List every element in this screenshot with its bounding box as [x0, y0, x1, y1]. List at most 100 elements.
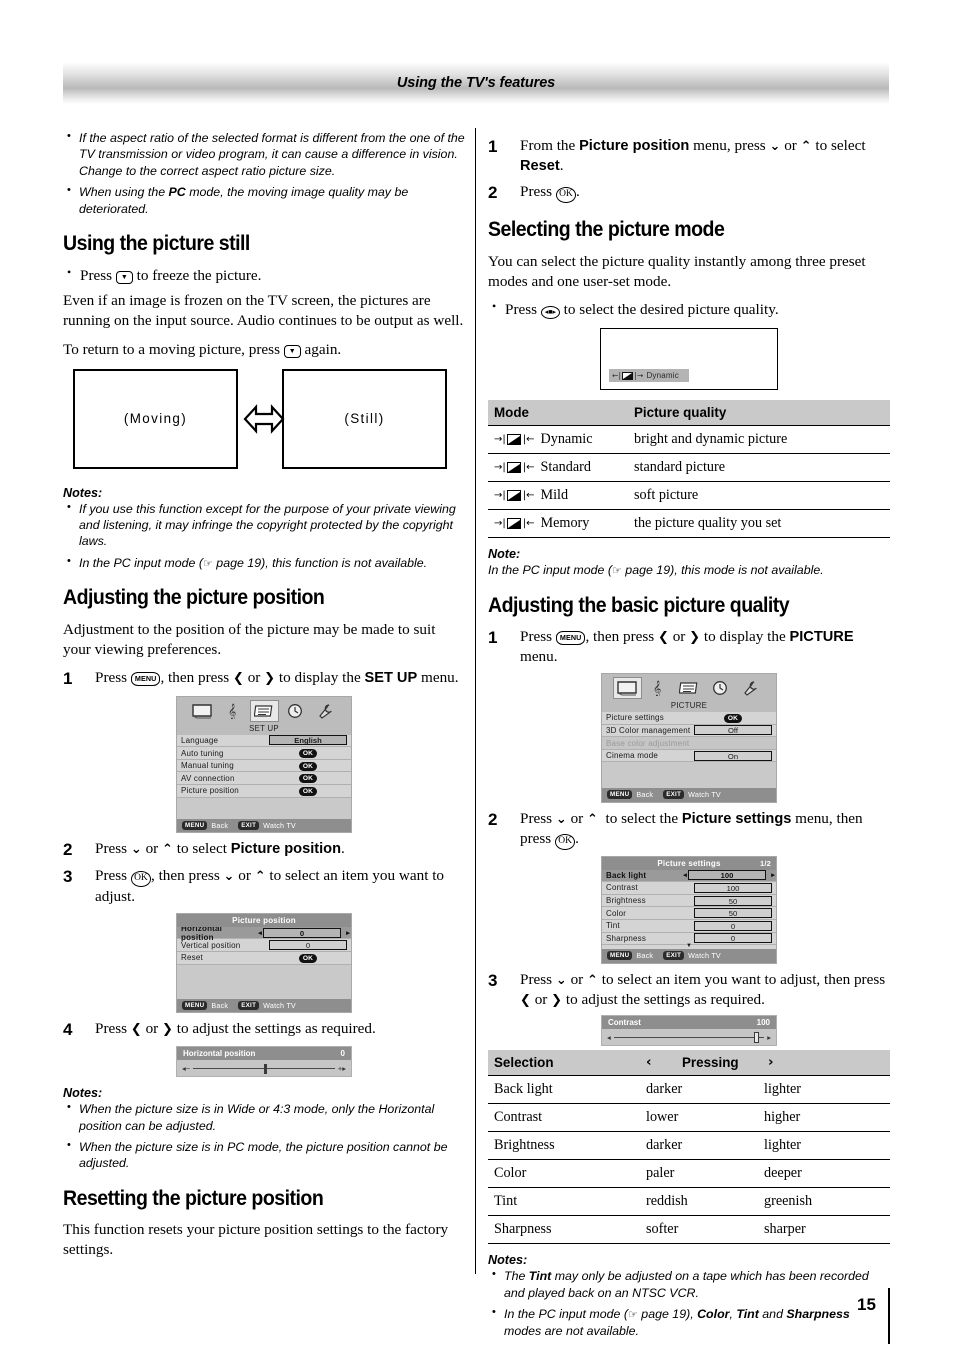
- osd-exit-label: Watch TV: [688, 790, 721, 800]
- osd-row-value[interactable]: 0: [263, 927, 341, 938]
- slider-line[interactable]: [613, 1031, 765, 1043]
- exit-button-icon[interactable]: EXIT: [238, 1000, 260, 1010]
- right-arrow-icon[interactable]: ▸: [345, 929, 351, 937]
- picture-settings-osd-screen: Picture settings 1/2 Back light ◂ 100 ▸ …: [601, 855, 777, 964]
- col-header-selection: Selection: [494, 1055, 554, 1071]
- picture-mode-table: Mode Picture quality →| |← Dynamic bright …: [488, 400, 890, 539]
- osd-ok-cell[interactable]: OK: [694, 713, 772, 723]
- position-step-3: 3 Press OK, then press ⌄ or ⌃ to select …: [63, 866, 465, 906]
- bullet-item: Press ◂■▸ to select the desired picture …: [488, 299, 890, 320]
- menu-button-icon[interactable]: MENU: [182, 1000, 208, 1010]
- osd-row-label: Vertical position: [181, 940, 241, 950]
- osd-row[interactable]: Brightness 50: [602, 894, 776, 908]
- notes-label: Notes:: [488, 1253, 528, 1268]
- options-tab-icon[interactable]: [312, 700, 341, 722]
- osd-row-value[interactable]: 100: [688, 870, 766, 881]
- step-text: Press ⌄ or ⌃ to select Picture position.: [95, 840, 345, 858]
- slider-plus-icon[interactable]: ▸: [767, 1033, 771, 1042]
- quality-step-2: 2 Press ⌄ or ⌃ to select the Picture set…: [488, 809, 890, 850]
- step-text: Press MENU, then press ❮ or ❯ to display…: [95, 669, 459, 687]
- osd-row-label: Auto tuning: [181, 748, 224, 758]
- osd-title: PICTURE: [670, 701, 708, 711]
- exit-button-icon[interactable]: EXIT: [238, 820, 260, 830]
- osd-row[interactable]: Reset OK: [177, 951, 351, 965]
- slider-track[interactable]: ◂ ▸: [602, 1029, 776, 1045]
- osd-row[interactable]: Tint 0: [602, 919, 776, 933]
- osd-row-value[interactable]: Off: [694, 725, 772, 736]
- quality-step-3: 3 Press ⌄ or ⌃ to select an item you wan…: [488, 970, 890, 1010]
- osd-row[interactable]: Horizontal position ◂ 0 ▸: [177, 924, 351, 942]
- osd-row-label: Reset: [181, 953, 203, 963]
- step-number: 3: [488, 970, 498, 990]
- osd-row[interactable]: Back light ◂ 100 ▸: [602, 869, 776, 883]
- osd-page-indicator: 1/2: [759, 858, 771, 868]
- osd-row-value[interactable]: 50: [694, 895, 772, 906]
- osd-row[interactable]: Picture settings OK: [602, 712, 776, 725]
- osd-row[interactable]: Color 50: [602, 907, 776, 920]
- picture-tab-icon[interactable]: [612, 677, 642, 700]
- options-tab-icon[interactable]: [737, 677, 766, 699]
- slider-minus-icon[interactable]: ◂: [607, 1033, 611, 1042]
- reset-para: This function resets your picture positi…: [63, 1221, 449, 1259]
- osd-row[interactable]: Picture position OK: [177, 784, 351, 798]
- setup-tab-icon[interactable]: [249, 699, 279, 722]
- osd-spacer: [177, 797, 351, 819]
- position-step-2: 2 Press ⌄ or ⌃ to select Picture positio…: [63, 839, 465, 860]
- osd-row-value[interactable]: 0: [694, 920, 772, 931]
- sound-tab-icon[interactable]: 𝄞: [219, 700, 248, 722]
- osd-ok-cell[interactable]: OK: [269, 761, 347, 771]
- cell-left: lower: [640, 1103, 758, 1133]
- slider-knob[interactable]: [753, 1031, 759, 1043]
- menu-button-icon[interactable]: MENU: [607, 790, 633, 800]
- osd-row[interactable]: Cinema mode On: [602, 749, 776, 763]
- slider-knob[interactable]: [264, 1063, 267, 1074]
- pointing-hand-icon: ☞: [611, 564, 622, 578]
- cell-mode: →| |← Standard: [488, 453, 628, 483]
- slider-track[interactable]: ◂− +▸: [177, 1060, 351, 1076]
- exit-button-icon[interactable]: EXIT: [663, 790, 685, 800]
- quality-notes-list: The Tint may only be adjusted on a tape …: [488, 1267, 890, 1339]
- osd-spacer: [177, 964, 351, 999]
- osd-ok-cell[interactable]: OK: [269, 773, 347, 784]
- osd-ok-cell[interactable]: OK: [269, 953, 347, 963]
- osd-row-label: 3D Color management: [606, 725, 691, 735]
- osd-row[interactable]: Auto tuning OK: [177, 747, 351, 760]
- osd-row-value[interactable]: 0: [694, 933, 772, 944]
- picture-tab-icon[interactable]: [188, 700, 217, 722]
- osd-row-value[interactable]: On: [694, 750, 772, 761]
- step-text: From the Picture position menu, press ⌄ …: [520, 137, 866, 174]
- note-label: Note:: [488, 547, 521, 562]
- osd-row[interactable]: Manual tuning OK: [177, 759, 351, 773]
- osd-row-value[interactable]: English: [269, 735, 347, 746]
- timer-tab-icon[interactable]: [706, 677, 735, 699]
- osd-row-value[interactable]: 50: [694, 908, 772, 919]
- osd-icon-row: 𝄞: [602, 674, 776, 700]
- slider-line[interactable]: [193, 1063, 335, 1074]
- slider-value: 0: [340, 1049, 345, 1059]
- timer-tab-icon[interactable]: [281, 700, 310, 722]
- osd-back-label: Back: [636, 790, 654, 800]
- osd-row[interactable]: Contrast 100: [602, 882, 776, 895]
- menu-button-icon[interactable]: MENU: [182, 820, 208, 830]
- sound-tab-icon[interactable]: 𝄞: [644, 677, 673, 699]
- right-arrow-icon[interactable]: ▸: [770, 871, 776, 879]
- note-item: When the picture size is in PC mode, the…: [63, 1138, 465, 1172]
- setup-tab-icon[interactable]: [675, 677, 704, 699]
- osd-ok-cell[interactable]: OK: [269, 786, 347, 796]
- exit-button-icon[interactable]: EXIT: [663, 951, 685, 961]
- osd-row[interactable]: 3D Color management Off: [602, 724, 776, 738]
- osd-row[interactable]: Language English: [177, 734, 351, 748]
- osd-row-value[interactable]: 0: [269, 940, 347, 951]
- ok-key-icon: OK: [555, 833, 576, 850]
- osd-row[interactable]: AV connection OK: [177, 772, 351, 785]
- cell-selection: Tint: [488, 1187, 640, 1217]
- menu-button-icon[interactable]: MENU: [607, 951, 633, 961]
- osd-row-value[interactable]: 100: [694, 882, 772, 893]
- table-row: Sharpness softer sharper: [488, 1215, 890, 1245]
- slider-plus-icon[interactable]: +▸: [338, 1064, 346, 1073]
- osd-row[interactable]: Vertical position 0: [177, 939, 351, 952]
- osd-ok-cell[interactable]: OK: [269, 748, 347, 758]
- table-row: Back light darker lighter: [488, 1075, 890, 1105]
- position-step-4: 4 Press ❮ or ❯ to adjust the settings as…: [63, 1019, 465, 1040]
- slider-minus-icon[interactable]: ◂−: [182, 1064, 190, 1073]
